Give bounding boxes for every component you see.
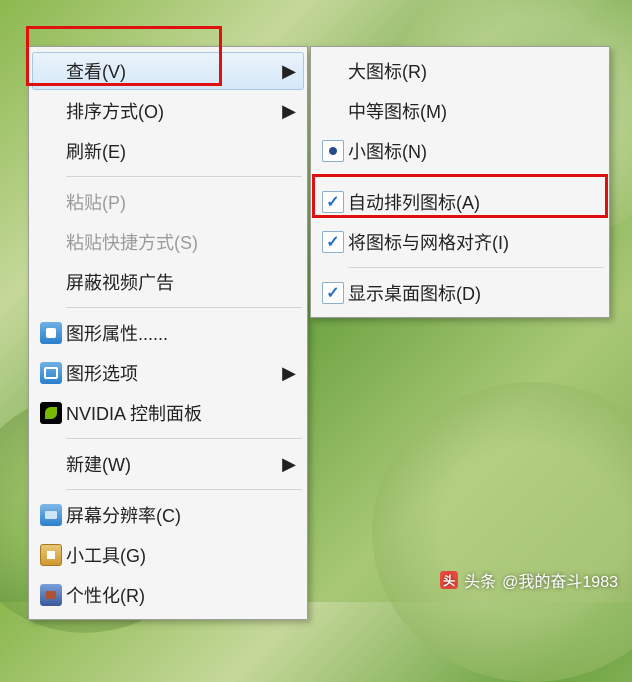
menu-label: 粘贴快捷方式(S)	[66, 229, 296, 255]
submenu-arrow-icon: ▶	[280, 363, 296, 384]
menu-item-sort[interactable]: 排序方式(O) ▶	[32, 91, 304, 131]
checkbox-checked-icon: ✓	[322, 282, 344, 304]
menu-item-refresh[interactable]: 刷新(E)	[32, 131, 304, 171]
graphics-options-icon	[40, 362, 62, 384]
icon-slot	[36, 504, 66, 526]
menu-item-gadget[interactable]: 小工具(G)	[32, 535, 304, 575]
submenu-item-large-icons[interactable]: 大图标(R)	[314, 51, 606, 91]
submenu-arrow-icon: ▶	[280, 454, 296, 475]
submenu-item-small-icons[interactable]: 小图标(N)	[314, 131, 606, 171]
submenu-arrow-icon: ▶	[280, 61, 296, 82]
menu-item-new[interactable]: 新建(W) ▶	[32, 444, 304, 484]
submenu-item-medium-icons[interactable]: 中等图标(M)	[314, 91, 606, 131]
gadget-icon	[40, 544, 62, 566]
menu-separator	[348, 176, 604, 177]
icon-slot	[318, 140, 348, 162]
icon-slot: ✓	[318, 282, 348, 304]
watermark-icon: 头	[440, 571, 458, 589]
icon-slot	[36, 402, 66, 424]
menu-item-paste: 粘贴(P)	[32, 182, 304, 222]
icon-slot: ✓	[318, 191, 348, 213]
menu-label: 屏幕分辨率(C)	[66, 502, 296, 528]
personalize-icon	[40, 584, 62, 606]
menu-item-personalize[interactable]: 个性化(R)	[32, 575, 304, 615]
background-leaf	[372, 382, 632, 682]
menu-item-nvidia[interactable]: NVIDIA 控制面板	[32, 393, 304, 433]
menu-item-paste-shortcut: 粘贴快捷方式(S)	[32, 222, 304, 262]
menu-item-graphics-properties[interactable]: 图形属性......	[32, 313, 304, 353]
checkbox-checked-icon: ✓	[322, 191, 344, 213]
menu-label: 新建(W)	[66, 451, 280, 477]
checkbox-checked-icon: ✓	[322, 231, 344, 253]
icon-slot	[36, 584, 66, 606]
menu-label: 小工具(G)	[66, 542, 296, 568]
menu-label: NVIDIA 控制面板	[66, 400, 296, 426]
menu-label: 屏蔽视频广告	[66, 269, 296, 295]
menu-label: 排序方式(O)	[66, 98, 280, 124]
radio-selected-icon	[322, 140, 344, 162]
submenu-arrow-icon: ▶	[280, 101, 296, 122]
menu-label: 图形属性......	[66, 320, 296, 346]
menu-label: 将图标与网格对齐(I)	[348, 229, 598, 255]
menu-separator	[66, 307, 302, 308]
menu-label: 中等图标(M)	[348, 98, 598, 124]
menu-item-block-ads[interactable]: 屏蔽视频广告	[32, 262, 304, 302]
menu-label: 个性化(R)	[66, 582, 296, 608]
menu-label: 刷新(E)	[66, 138, 296, 164]
graphics-properties-icon	[40, 322, 62, 344]
menu-label: 粘贴(P)	[66, 189, 296, 215]
menu-label: 自动排列图标(A)	[348, 189, 598, 215]
menu-label: 显示桌面图标(D)	[348, 280, 598, 306]
menu-separator	[348, 267, 604, 268]
icon-slot: ✓	[318, 231, 348, 253]
menu-item-view[interactable]: 查看(V) ▶	[32, 52, 304, 90]
menu-label: 大图标(R)	[348, 58, 598, 84]
submenu-item-align-to-grid[interactable]: ✓ 将图标与网格对齐(I)	[314, 222, 606, 262]
watermark-prefix: 头条	[464, 568, 496, 592]
menu-separator	[66, 176, 302, 177]
desktop-context-menu: 查看(V) ▶ 排序方式(O) ▶ 刷新(E) 粘贴(P) 粘贴快捷方式(S) …	[28, 46, 308, 620]
menu-label: 图形选项	[66, 360, 280, 386]
nvidia-icon	[40, 402, 62, 424]
submenu-item-auto-arrange[interactable]: ✓ 自动排列图标(A)	[314, 182, 606, 222]
icon-slot	[36, 362, 66, 384]
menu-label: 查看(V)	[66, 58, 280, 84]
watermark: 头 头条 @我的奋斗1983	[440, 568, 618, 592]
menu-label: 小图标(N)	[348, 138, 598, 164]
watermark-handle: @我的奋斗1983	[502, 568, 618, 592]
menu-item-graphics-options[interactable]: 图形选项 ▶	[32, 353, 304, 393]
resolution-icon	[40, 504, 62, 526]
menu-separator	[66, 438, 302, 439]
icon-slot	[36, 544, 66, 566]
menu-separator	[66, 489, 302, 490]
icon-slot	[36, 322, 66, 344]
menu-item-resolution[interactable]: 屏幕分辨率(C)	[32, 495, 304, 535]
view-submenu: 大图标(R) 中等图标(M) 小图标(N) ✓ 自动排列图标(A) ✓ 将图标与…	[310, 46, 610, 318]
submenu-item-show-desktop-icons[interactable]: ✓ 显示桌面图标(D)	[314, 273, 606, 313]
